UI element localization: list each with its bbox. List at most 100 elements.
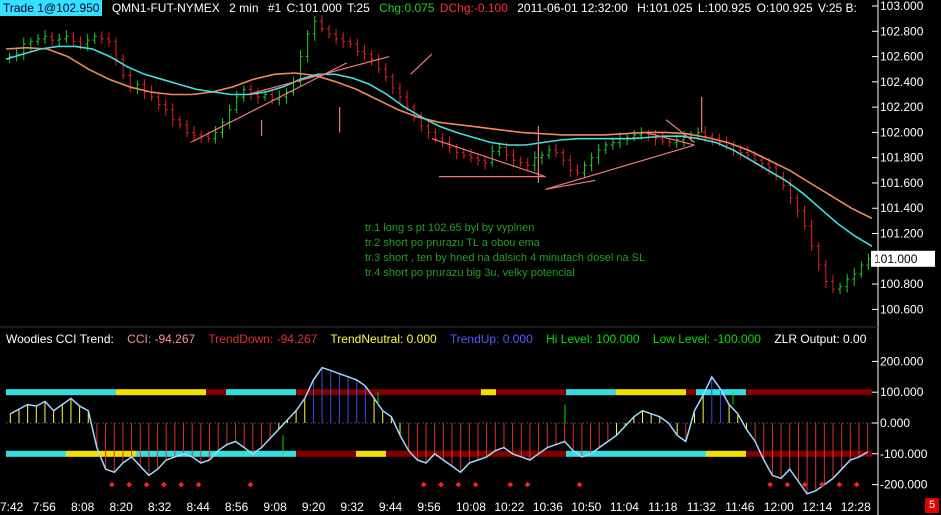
price-tick-label: 102.000: [880, 125, 924, 139]
trade-badge[interactable]: Trade 1@102.950: [0, 0, 103, 16]
datetime-value: 2011-06-01 12:32:00: [517, 1, 628, 15]
time-tick-label: 12:00: [764, 500, 794, 514]
price-tick-label: 101.600: [880, 176, 924, 190]
time-tick-label: 11:46: [725, 500, 754, 514]
chart-header: Trade 1@102.950 QMN1-FUT-NYMEX 2 min #1 …: [0, 0, 863, 16]
time-axis[interactable]: 7:42 7:56 8:08 8:20 8:32 8:44 8:56 9:08 9:20 9:32…: [0, 500, 871, 514]
time-tick-label: 10:22: [494, 500, 524, 514]
cci-band-segment: [566, 450, 706, 457]
price-tick-label: 102.800: [880, 24, 924, 38]
price-tick-label: 103.000: [880, 0, 924, 13]
note-line: tr.2 short po prurazu TL a obou ema: [365, 237, 540, 249]
ema-lines: [5, 45, 873, 247]
cci-marker-dot: [507, 481, 514, 488]
trendlines: [190, 53, 703, 190]
page-number-badge[interactable]: 5: [925, 498, 939, 513]
cci-marker-dot: [784, 481, 791, 488]
time-tick-label: 8:32: [148, 500, 172, 514]
cci-tick-label: -200.000: [880, 478, 928, 492]
cci-marker-dot: [126, 481, 133, 488]
time-tick-label: 8:44: [186, 500, 210, 514]
cci-series-line: [9, 366, 869, 495]
price-tick-label: 100.600: [880, 302, 924, 316]
last-price-label: 101.000: [874, 252, 918, 266]
cci-band-segment: [706, 450, 746, 457]
cci-value: CCI: -94.267: [127, 332, 196, 346]
price-tick-label: 101.200: [880, 227, 924, 241]
cci-band-segment: [6, 389, 116, 396]
cci-band-segment: [566, 389, 616, 396]
cci-line: [9, 366, 869, 495]
time-tick-label: 11:18: [648, 500, 677, 514]
trend-neutral-value: TrendNeutral: 0.000: [330, 332, 437, 346]
volume-value: V:25 B:: [817, 1, 857, 15]
low-level-value: Low Level: -100.000: [652, 332, 761, 346]
note-line: tr.3 short , ten by hned na dalsich 4 mi…: [365, 252, 646, 264]
price-tick-label: 101.400: [880, 201, 924, 215]
note-line: tr.4 short po prurazu big 3u, velky pote…: [365, 267, 575, 279]
indicator-title: Woodies CCI Trend:: [6, 332, 114, 346]
time-tick-label: 9:20: [302, 500, 326, 514]
cci-marker-dot: [161, 481, 167, 488]
trend-down-value: TrendDown: -94.267: [208, 332, 318, 346]
cci-marker-dot: [195, 481, 202, 488]
time-tick-label: 11:04: [610, 500, 639, 514]
time-tick-label: 8:56: [225, 500, 249, 514]
cci-band-segment: [481, 389, 496, 396]
price-tick-label: 102.600: [880, 50, 924, 64]
time-tick-label: 12:14: [802, 500, 832, 514]
cci-marker-dot: [247, 481, 254, 488]
bar-number: #1: [267, 1, 282, 15]
ticks-value: T:25: [347, 1, 370, 15]
cci-marker-dot: [420, 481, 427, 488]
cci-marker-dot: [109, 481, 115, 488]
cci-marker-dot: [143, 481, 150, 488]
cci-band-segment: [6, 450, 66, 457]
indicator-header: Woodies CCI Trend: CCI: -94.267 TrendDow…: [6, 332, 876, 346]
ema-fast-line: [5, 45, 873, 247]
dchange-value: DChg:-0.100: [439, 1, 508, 15]
chart-notes: tr.1 long s pt 102.65 byl by vyplnen tr.…: [365, 221, 645, 281]
interval-label: 2 min: [229, 1, 259, 15]
cci-band-segment: [616, 389, 686, 396]
price-axis[interactable]: 103.000 102.800 102.600 102.400 102.200 102.0…: [871, 0, 935, 515]
trendline: [410, 53, 433, 75]
time-tick-label: 10:36: [533, 500, 563, 514]
cci-marker-dot: [178, 481, 185, 488]
symbol-label: QMN1-FUT-NYMEX: [111, 1, 220, 15]
time-tick-label: 7:42: [0, 500, 24, 514]
price-tick-label: 102.200: [880, 100, 924, 114]
cci-marker-dot: [853, 481, 860, 488]
cci-tick-label: 0.000: [880, 416, 910, 430]
low-value: L:100.925: [697, 1, 752, 15]
price-tick-label: 101.800: [880, 151, 924, 165]
price-tick-label: 100.800: [880, 277, 924, 291]
cci-tick-label: 100.000: [880, 385, 924, 399]
cci-band-segment: [356, 450, 386, 457]
ema-slow-line: [5, 46, 873, 220]
cci-axis[interactable]: 200.000 100.000 0.000 -100.000 -200.000: [872, 354, 928, 492]
hi-level-value: Hi Level: 100.000: [546, 332, 640, 346]
cci-histogram: [9, 367, 869, 494]
time-tick-label: 10:50: [571, 500, 601, 514]
cci-marker-dot: [767, 481, 773, 488]
cci-markers: [109, 392, 860, 488]
price-tick-label: 102.400: [880, 75, 924, 89]
time-tick-label: 12:28: [841, 500, 871, 514]
trend-up-value: TrendUp: 0.000: [449, 332, 533, 346]
cci-marker-dot: [836, 481, 843, 488]
trendline: [545, 144, 695, 190]
cci-marker-dot: [524, 481, 531, 488]
cci-marker-dot: [576, 481, 583, 488]
cci-tick-label: 200.000: [880, 354, 924, 368]
time-tick-label: 9:32: [340, 500, 364, 514]
time-tick-label: 10:08: [456, 500, 486, 514]
note-line: tr.1 long s pt 102.65 byl by vyplnen: [365, 222, 535, 234]
time-tick-label: 7:56: [32, 500, 56, 514]
time-tick-label: 11:32: [687, 500, 716, 514]
time-tick-label: 8:20: [109, 500, 133, 514]
cci-band-segment: [226, 389, 296, 396]
cci-marker-dot: [472, 481, 479, 488]
cci-band-segment: [116, 389, 206, 396]
open-value: O:100.925: [756, 1, 813, 15]
